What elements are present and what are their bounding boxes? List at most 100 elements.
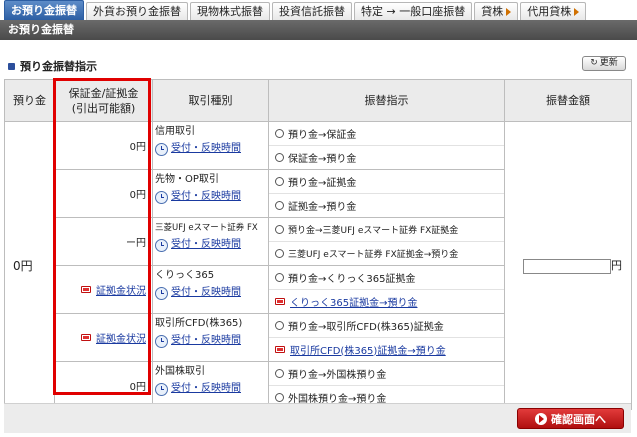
margin-status-cell: 証拠金状況: [54, 265, 153, 314]
balance-value: 0円: [4, 121, 55, 410]
clock-icon: [155, 190, 168, 204]
transfer-link[interactable]: くりっく365証拠金→預り金: [290, 294, 417, 309]
radio-label: 預り金→くりっく365証拠金: [288, 273, 416, 285]
radio-label: 証拠金→預り金: [288, 201, 357, 213]
reception-time-link[interactable]: 受付・反映時間: [155, 142, 266, 156]
radio-button[interactable]: [275, 200, 284, 210]
type-name: くりっく365: [155, 270, 215, 281]
amount-cell: 円: [504, 121, 632, 410]
tab-substitute-lending-label: 代用貸株: [527, 5, 572, 18]
table-row: 0円 0円 信用取引 受付・反映時間 預り金→保証金 保証金→預り金 円: [4, 121, 632, 410]
radio-option[interactable]: 保証金→預り金: [269, 146, 504, 170]
margin-status-link[interactable]: 証拠金状況: [81, 282, 146, 297]
type-cell: 先物・OP取引 受付・反映時間: [152, 169, 269, 218]
reception-time-link-text: 受付・反映時間: [171, 383, 241, 394]
radio-button[interactable]: [275, 368, 284, 378]
refresh-button[interactable]: ↻ 更新: [582, 56, 626, 71]
tab-bar: お預り金振替 外貨お預り金振替 現物株式振替 投資信託振替 特定 → 一般口座振…: [0, 0, 637, 20]
section-title-text: 預り金振替指示: [20, 60, 97, 73]
margin-value: ー円: [54, 217, 153, 266]
margin-status-link[interactable]: 証拠金状況: [81, 330, 146, 345]
reception-time-link-text: 受付・反映時間: [171, 335, 241, 346]
tab-foreign-deposit-transfer[interactable]: 外貨お預り金振替: [86, 2, 188, 20]
tab-stock-lending-label: 貸株: [481, 5, 504, 18]
instruction-cell: 預り金→三菱UFJ eスマート証券 FX証拠金 三菱UFJ eスマート証券 FX…: [268, 217, 505, 266]
tab-specific-to-general[interactable]: 特定 → 一般口座振替: [354, 2, 473, 20]
reception-time-link[interactable]: 受付・反映時間: [155, 238, 266, 252]
type-cell: くりっく365 受付・反映時間: [152, 265, 269, 314]
amount-input[interactable]: [523, 258, 611, 274]
radio-label: 三菱UFJ eスマート証券 FX証拠金→預り金: [288, 249, 459, 260]
radio-label: 預り金→取引所CFD(株365)証拠金: [288, 321, 444, 333]
reception-time-link[interactable]: 受付・反映時間: [155, 382, 266, 396]
col-header-margin-line1: 保証金/証拠金: [68, 86, 139, 100]
type-name: 信用取引: [155, 126, 195, 137]
type-name: 先物・OP取引: [155, 174, 219, 185]
col-header-balance: 預り金: [4, 79, 55, 122]
margin-value: 0円: [54, 121, 153, 170]
radio-option[interactable]: 預り金→保証金: [269, 122, 504, 146]
radio-button[interactable]: [275, 248, 284, 258]
reception-time-link-text: 受付・反映時間: [171, 239, 241, 250]
col-header-instruction: 振替指示: [268, 79, 505, 122]
reception-time-link[interactable]: 受付・反映時間: [155, 334, 266, 348]
margin-value: 0円: [54, 169, 153, 218]
radio-option[interactable]: 預り金→三菱UFJ eスマート証券 FX証拠金: [269, 218, 504, 242]
col-header-margin-line2: (引出可能額): [71, 101, 136, 115]
col-header-amount: 振替金額: [504, 79, 632, 122]
transfer-link-option[interactable]: 取引所CFD(株365)証拠金→預り金: [269, 338, 504, 362]
radio-button[interactable]: [275, 392, 284, 402]
type-cell: 信用取引 受付・反映時間: [152, 121, 269, 170]
tab-deposit-transfer[interactable]: お預り金振替: [4, 0, 84, 20]
window-icon: [81, 286, 91, 293]
reception-time-link-text: 受付・反映時間: [171, 191, 241, 202]
transfer-link-option[interactable]: くりっく365証拠金→預り金: [269, 290, 504, 314]
radio-option[interactable]: 預り金→くりっく365証拠金: [269, 266, 504, 290]
radio-option[interactable]: 預り金→証拠金: [269, 170, 504, 194]
radio-option[interactable]: 預り金→外国株預り金: [269, 362, 504, 386]
amount-unit: 円: [611, 259, 622, 273]
radio-option[interactable]: 証拠金→預り金: [269, 194, 504, 218]
radio-option[interactable]: 三菱UFJ eスマート証券 FX証拠金→預り金: [269, 242, 504, 266]
radio-button[interactable]: [275, 272, 284, 282]
page-header: お預り金振替: [0, 20, 637, 40]
instruction-cell: 預り金→証拠金 証拠金→預り金: [268, 169, 505, 218]
tab-stock-lending[interactable]: 貸株: [474, 2, 519, 20]
radio-button[interactable]: [275, 152, 284, 162]
table-header-row: 預り金 保証金/証拠金 (引出可能額) 取引種別 振替指示 振替金額: [4, 79, 632, 122]
window-icon: [81, 334, 91, 341]
radio-label: 預り金→三菱UFJ eスマート証券 FX証拠金: [288, 225, 459, 236]
window-icon: [275, 345, 285, 353]
tab-investment-trust-transfer[interactable]: 投資信託振替: [272, 2, 352, 20]
type-name: 三菱UFJ eスマート証券 FX: [155, 223, 258, 233]
arrow-right-circle-icon: [535, 412, 547, 425]
reception-time-link[interactable]: 受付・反映時間: [155, 190, 266, 204]
refresh-label: 更新: [599, 58, 618, 68]
type-cell: 三菱UFJ eスマート証券 FX 受付・反映時間: [152, 217, 269, 266]
radio-label: 預り金→証拠金: [288, 177, 357, 189]
type-name: 取引所CFD(株365): [155, 318, 243, 329]
transfer-table: 預り金 保証金/証拠金 (引出可能額) 取引種別 振替指示 振替金額 0円 0円…: [4, 79, 632, 410]
window-icon: [275, 297, 285, 305]
section-title: 預り金振替指示: [8, 58, 97, 74]
radio-button[interactable]: [275, 224, 284, 234]
clock-icon: [155, 142, 168, 156]
radio-button[interactable]: [275, 320, 284, 330]
confirm-button[interactable]: 確認画面へ: [517, 408, 624, 429]
instruction-cell: 預り金→取引所CFD(株365)証拠金 取引所CFD(株365)証拠金→預り金: [268, 313, 505, 362]
clock-icon: [155, 382, 168, 396]
col-header-margin: 保証金/証拠金 (引出可能額): [54, 79, 153, 122]
tab-substitute-lending[interactable]: 代用貸株: [520, 2, 587, 20]
reception-time-link[interactable]: 受付・反映時間: [155, 286, 266, 300]
arrow-right-icon: [506, 8, 512, 16]
transfer-link[interactable]: 取引所CFD(株365)証拠金→預り金: [290, 342, 446, 357]
radio-button[interactable]: [275, 176, 284, 186]
radio-button[interactable]: [275, 128, 284, 138]
square-bullet-icon: [8, 62, 15, 70]
tab-spot-stock-transfer[interactable]: 現物株式振替: [190, 2, 270, 20]
margin-status-cell: 証拠金状況: [54, 313, 153, 362]
margin-status-link-text: 証拠金状況: [96, 286, 146, 297]
radio-option[interactable]: 預り金→取引所CFD(株365)証拠金: [269, 314, 504, 338]
arrow-right-icon: [574, 8, 580, 16]
radio-label: 預り金→保証金: [288, 129, 357, 141]
